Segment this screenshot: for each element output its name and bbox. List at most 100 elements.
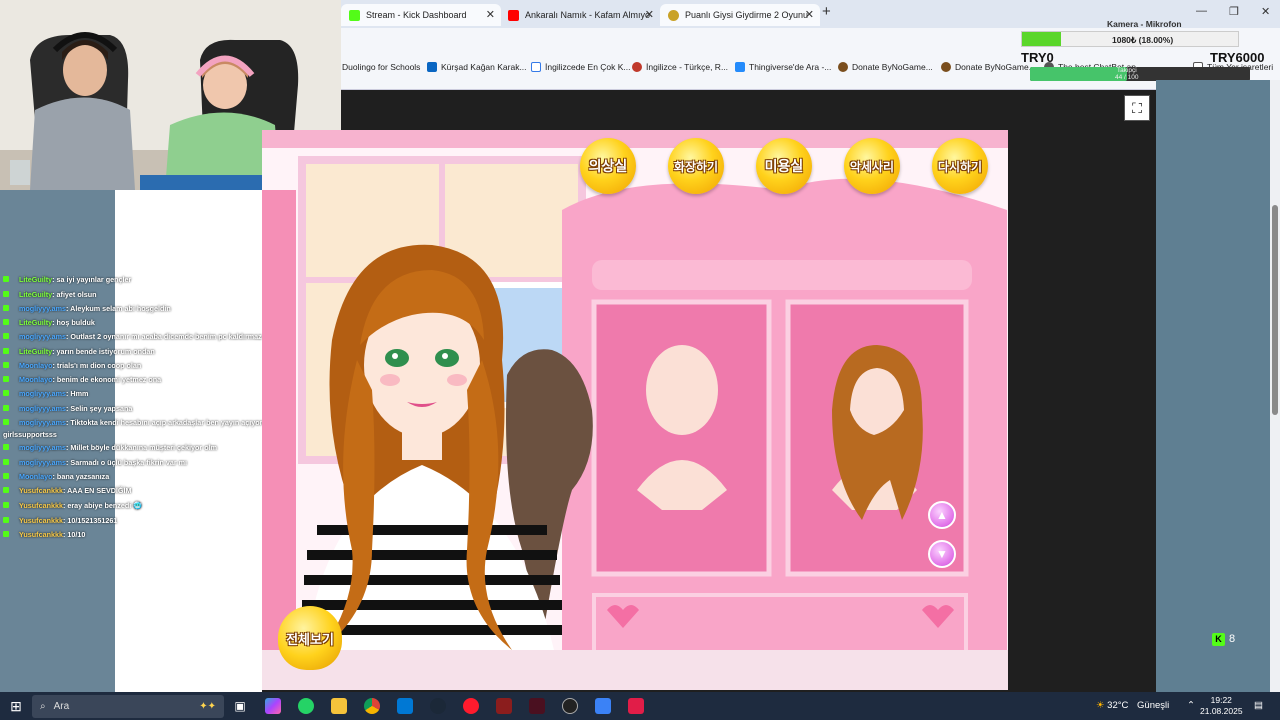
- bookmark-donate-1[interactable]: Donate ByNoGame...: [838, 62, 933, 72]
- chat-text: : 10/1521351261: [62, 516, 118, 525]
- menu-wardrobe-button[interactable]: 의상실: [580, 138, 636, 194]
- outlook-icon[interactable]: [397, 698, 413, 714]
- bookmark-thingiverse[interactable]: Thingiverse'de Ara -...: [735, 62, 831, 72]
- minimize-icon[interactable]: —: [1196, 5, 1207, 17]
- window-close-icon[interactable]: ✕: [1261, 5, 1270, 18]
- chat-username[interactable]: Moonlayo: [19, 375, 53, 384]
- close-icon[interactable]: ✕: [645, 8, 654, 21]
- fullscreen-icon: ⛶: [1132, 99, 1142, 116]
- donation-goal-text: 1080₺ (18.00%): [1112, 35, 1174, 45]
- chat-text: : trials'ı mı dion coop olan: [52, 361, 142, 370]
- new-tab-button[interactable]: +: [822, 3, 831, 20]
- chat-username[interactable]: LiteGuilty: [19, 347, 52, 356]
- chat-username[interactable]: mogliyyy.ams: [19, 443, 66, 452]
- view-all-button[interactable]: 전체보기: [278, 606, 342, 670]
- app-icon[interactable]: [529, 698, 545, 714]
- chat-text: : 10/10: [62, 530, 86, 539]
- game-site-icon: [668, 9, 679, 21]
- menu-accessories-button[interactable]: 악세사리: [844, 138, 900, 194]
- tab-youtube[interactable]: Ankaralı Namık - Kafam Almıyo ✕: [500, 4, 660, 26]
- obs-icon[interactable]: [562, 698, 578, 714]
- chat-username[interactable]: mogliyyy.ams: [19, 418, 66, 427]
- messenger-icon[interactable]: [595, 698, 611, 714]
- whatsapp-icon[interactable]: [298, 698, 314, 714]
- viewer-count: 8: [1229, 633, 1236, 645]
- chat-username[interactable]: Moonlayo: [19, 472, 53, 481]
- tab-game[interactable]: Puanlı Giysi Giydirme 2 Oyunu ✕: [660, 4, 820, 26]
- chat-message: LiteGuilty: afiyet olsun: [3, 290, 97, 299]
- clock-date: 21.08.2025: [1200, 706, 1243, 716]
- task-view-icon[interactable]: ▣: [232, 698, 248, 714]
- chat-username[interactable]: mogliyyy.ams: [19, 332, 66, 341]
- search-placeholder: Ara: [53, 701, 70, 712]
- copilot-icon[interactable]: [265, 698, 281, 714]
- steam-icon[interactable]: [430, 698, 446, 714]
- bookmark-duolingo[interactable]: Duolingo for Schools: [342, 62, 420, 72]
- menu-makeup-button[interactable]: 화장하기: [668, 138, 724, 194]
- youtube-icon: [508, 9, 519, 21]
- chat-username[interactable]: Yusufcankkk: [19, 486, 63, 495]
- game-scene: [262, 130, 1008, 690]
- opera-icon[interactable]: [463, 698, 479, 714]
- chat-message: LiteGuilty: hoş bulduk: [3, 318, 95, 327]
- dress-up-game[interactable]: 의상실 화장하기 미용실 악세사리 다시하기 ▲ ▼ 전체보기: [262, 130, 1008, 690]
- file-explorer-icon[interactable]: [331, 698, 347, 714]
- bookmark-label: İngilizce - Türkçe, R...: [646, 62, 729, 72]
- chat-username[interactable]: Yusufcankkk: [19, 501, 63, 510]
- triangle-down-icon: ▼: [936, 547, 948, 561]
- chat-badge-icon: [3, 348, 9, 354]
- fullscreen-button[interactable]: ⛶: [1124, 95, 1150, 121]
- chat-username[interactable]: LiteGuilty: [19, 275, 52, 284]
- notification-icon[interactable]: ▤: [1254, 700, 1263, 711]
- clock-time: 19:22: [1210, 695, 1232, 705]
- menu-hair-salon-button[interactable]: 미용실: [756, 138, 812, 194]
- chat-badge-icon: [3, 405, 9, 411]
- scrollbar-thumb[interactable]: [1272, 205, 1278, 415]
- taskbar-search[interactable]: ⌕ Ara ✦✦: [32, 695, 224, 718]
- chat-text: : hoş bulduk: [52, 318, 95, 327]
- chat-username[interactable]: LiteGuilty: [19, 318, 52, 327]
- bookmark-label: Kürşad Kağan Karak...: [441, 62, 527, 72]
- chat-message: Yusufcankkk: eray abiye benzedi 🥶: [3, 501, 142, 510]
- tray-chevron-icon[interactable]: ⌃: [1187, 700, 1195, 711]
- page-margin: [115, 190, 262, 692]
- chat-badge-icon: [3, 376, 9, 382]
- close-icon[interactable]: ✕: [486, 8, 495, 21]
- chat-badge-icon: [3, 305, 9, 311]
- donation-goal-fill: [1022, 32, 1061, 46]
- chat-text: : afiyet olsun: [52, 290, 97, 299]
- windows-start-icon[interactable]: ⊞: [8, 698, 24, 714]
- chat-message: Yusufcankkk: 10/10: [3, 530, 85, 539]
- search-icon: ⌕: [40, 701, 46, 712]
- page-icon: [531, 62, 541, 72]
- chat-username[interactable]: mogliyyy.ams: [19, 404, 66, 413]
- bookmark-kursad[interactable]: Kürşad Kağan Karak...: [427, 62, 527, 72]
- chat-username[interactable]: Yusufcankkk: [19, 530, 63, 539]
- chat-text: : eray abiye benzedi 🥶: [62, 501, 143, 510]
- pinned-app-icon[interactable]: [628, 698, 644, 714]
- donate-icon: [838, 62, 848, 72]
- bookmark-ingilizce-turkce[interactable]: İngilizce - Türkçe, R...: [632, 62, 728, 72]
- chat-username[interactable]: mogliyyy.ams: [19, 389, 66, 398]
- chrome-icon[interactable]: [364, 698, 380, 714]
- chat-background: [0, 190, 115, 692]
- chat-message: mogliyyy.ams: Selin şey yapsana: [3, 404, 132, 413]
- kick-icon: K: [1212, 632, 1225, 646]
- close-icon[interactable]: ✕: [805, 8, 814, 21]
- chat-username[interactable]: mogliyyy.ams: [19, 458, 66, 467]
- scroll-up-button[interactable]: ▲: [928, 501, 956, 529]
- chat-message: LiteGuilty: yarın bende istiyorum ondan: [3, 347, 155, 356]
- chat-username[interactable]: mogliyyy.ams: [19, 304, 66, 313]
- weather-widget[interactable]: ☀ 32°C Güneşli: [1096, 700, 1169, 711]
- tab-label: Ankaralı Namık - Kafam Almıyo: [525, 10, 651, 20]
- chat-username[interactable]: Moonlayo: [19, 361, 53, 370]
- chat-username[interactable]: Yusufcankkk: [19, 516, 63, 525]
- tab-kick-dashboard[interactable]: Stream - Kick Dashboard ✕: [341, 4, 501, 26]
- bookmark-ingilizcede[interactable]: İngilizcede En Çok K...: [531, 62, 631, 72]
- restore-icon[interactable]: ❐: [1229, 5, 1239, 18]
- sweet-home-icon[interactable]: [496, 698, 512, 714]
- chat-username[interactable]: LiteGuilty: [19, 290, 52, 299]
- taskbar-clock[interactable]: 19:22 21.08.2025: [1200, 695, 1243, 717]
- scroll-down-button[interactable]: ▼: [928, 540, 956, 568]
- menu-restart-button[interactable]: 다시하기: [932, 138, 988, 194]
